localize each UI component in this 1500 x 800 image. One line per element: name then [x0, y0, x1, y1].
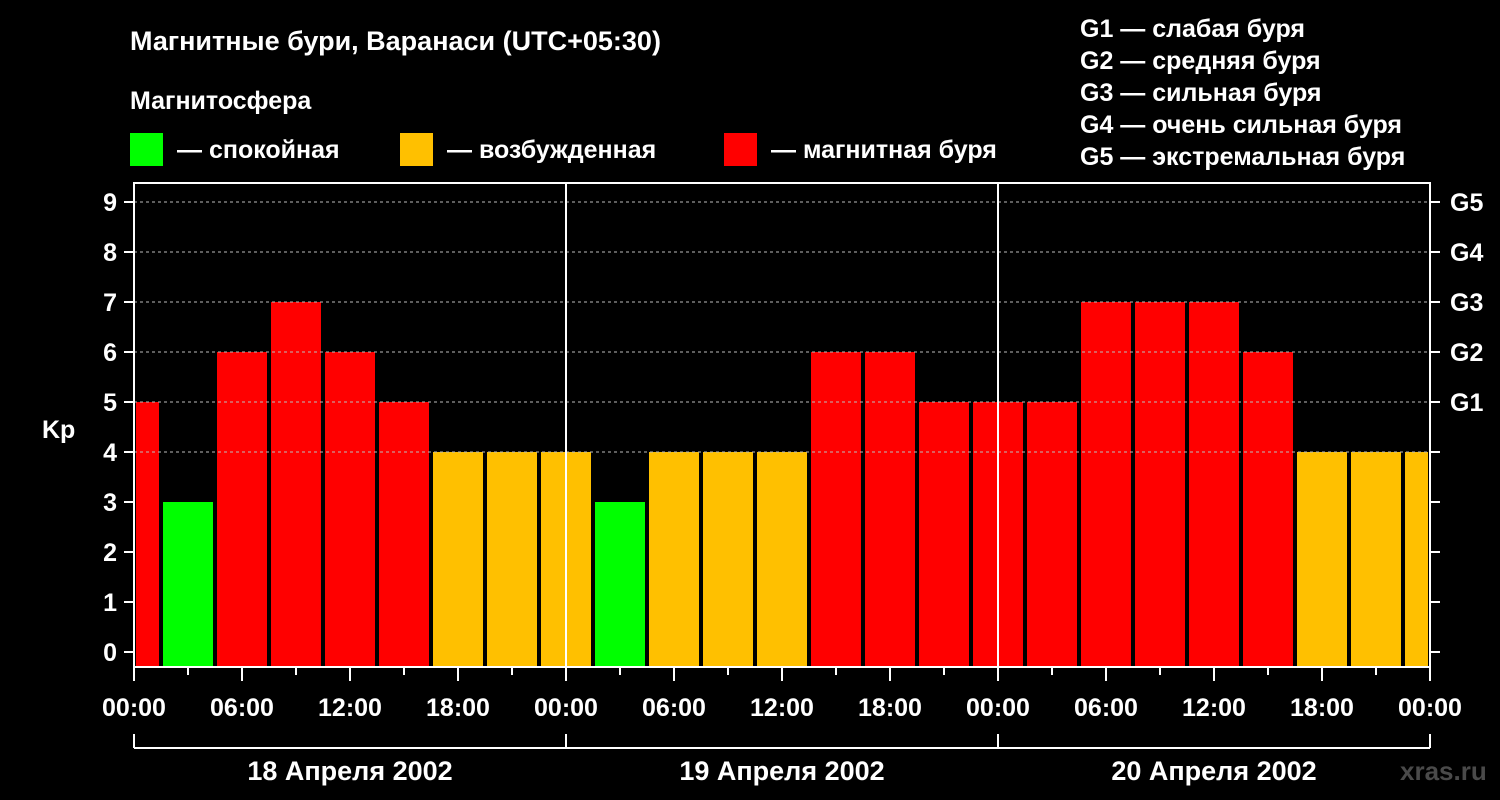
x-tick-label-2: 12:00	[318, 694, 382, 722]
legend-label-active: — возбужденная	[447, 136, 656, 164]
x-tick-label-7: 18:00	[858, 694, 922, 722]
kp-bar-17	[1027, 402, 1077, 667]
kp-bar-15	[919, 402, 969, 667]
kp-bar-11	[703, 452, 753, 667]
kp-bar-5	[379, 402, 429, 667]
legend-swatch-active	[400, 133, 433, 166]
kp-chart: Магнитные бури, Варанаси (UTC+05:30) Маг…	[42, 15, 1487, 786]
kp-bar-4	[325, 352, 375, 667]
x-tick-label-11: 18:00	[1290, 694, 1354, 722]
g1-legend: G1 — слабая буря	[1080, 15, 1305, 43]
g-label-G3: G3	[1450, 289, 1483, 317]
y-tick-label-6: 6	[103, 339, 117, 367]
g-label-G4: G4	[1450, 239, 1483, 267]
kp-bar-6	[433, 452, 483, 667]
legend-label-quiet: — спокойная	[177, 136, 340, 164]
day-label-2: 20 Апреля 2002	[1111, 756, 1316, 786]
y-tick-label-3: 3	[103, 489, 117, 517]
g-scale-legend: G1 — слабая буря G2 — средняя буря G3 — …	[1080, 15, 1405, 171]
legend-swatch-storm	[724, 133, 757, 166]
g3-legend: G3 — сильная буря	[1080, 79, 1322, 107]
kp-bar-12	[757, 452, 807, 667]
y-tick-label-2: 2	[103, 539, 117, 567]
g-label-G1: G1	[1450, 389, 1483, 417]
kp-bar-13	[811, 352, 861, 667]
x-tick-label-3: 18:00	[426, 694, 490, 722]
state-legend: — спокойная — возбужденная — магнитная б…	[130, 133, 997, 166]
kp-bar-22	[1297, 452, 1347, 667]
kp-bar-19	[1135, 302, 1185, 667]
y-tick-label-9: 9	[103, 189, 117, 217]
g5-legend: G5 — экстремальная буря	[1080, 143, 1405, 171]
kp-bar-24	[1405, 452, 1428, 667]
kp-bar-3	[271, 302, 321, 667]
g2-legend: G2 — средняя буря	[1080, 47, 1321, 75]
legend-swatch-quiet	[130, 133, 163, 166]
y-tick-label-0: 0	[103, 639, 117, 667]
day-label-0: 18 Апреля 2002	[247, 756, 452, 786]
y-axis-label: Kp	[42, 416, 75, 444]
y-tick-label-4: 4	[103, 439, 117, 467]
kp-bar-23	[1351, 452, 1401, 667]
kp-bar-2	[217, 352, 267, 667]
x-tick-label-10: 12:00	[1182, 694, 1246, 722]
x-tick-label-5: 06:00	[642, 694, 706, 722]
g4-legend: G4 — очень сильная буря	[1080, 111, 1402, 139]
x-tick-label-4: 00:00	[534, 694, 598, 722]
x-tick-label-12: 00:00	[1398, 694, 1462, 722]
kp-bar-9	[595, 502, 645, 667]
kp-bar-7	[487, 452, 537, 667]
y-tick-label-1: 1	[103, 589, 117, 617]
y-tick-label-5: 5	[103, 389, 117, 417]
watermark: xras.ru	[1400, 756, 1487, 786]
plot-area: 0 1 2 3 4 5 6 7 8 9 G1 G2 G3 G4 G5 00:00 06:00 12:00 18:00…	[102, 182, 1483, 786]
x-tick-label-1: 06:00	[210, 694, 274, 722]
kp-bar-18	[1081, 302, 1131, 667]
page-title: Магнитные бури, Варанаси (UTC+05:30)	[130, 26, 661, 56]
magnetosphere-subtitle: Магнитосфера	[130, 87, 312, 115]
x-tick-label-0: 00:00	[102, 694, 166, 722]
y-tick-label-7: 7	[103, 289, 117, 317]
kp-bar-1	[163, 502, 213, 667]
x-tick-label-6: 12:00	[750, 694, 814, 722]
x-tick-label-8: 00:00	[966, 694, 1030, 722]
kp-bar-20	[1189, 302, 1239, 667]
kp-bar-21	[1243, 352, 1293, 667]
g-label-G2: G2	[1450, 339, 1483, 367]
kp-bar-10	[649, 452, 699, 667]
day-label-1: 19 Апреля 2002	[679, 756, 884, 786]
g-label-G5: G5	[1450, 189, 1483, 217]
legend-label-storm: — магнитная буря	[771, 136, 997, 164]
kp-bar-0	[136, 402, 159, 667]
y-tick-label-8: 8	[103, 239, 117, 267]
x-tick-label-9: 06:00	[1074, 694, 1138, 722]
kp-bar-14	[865, 352, 915, 667]
